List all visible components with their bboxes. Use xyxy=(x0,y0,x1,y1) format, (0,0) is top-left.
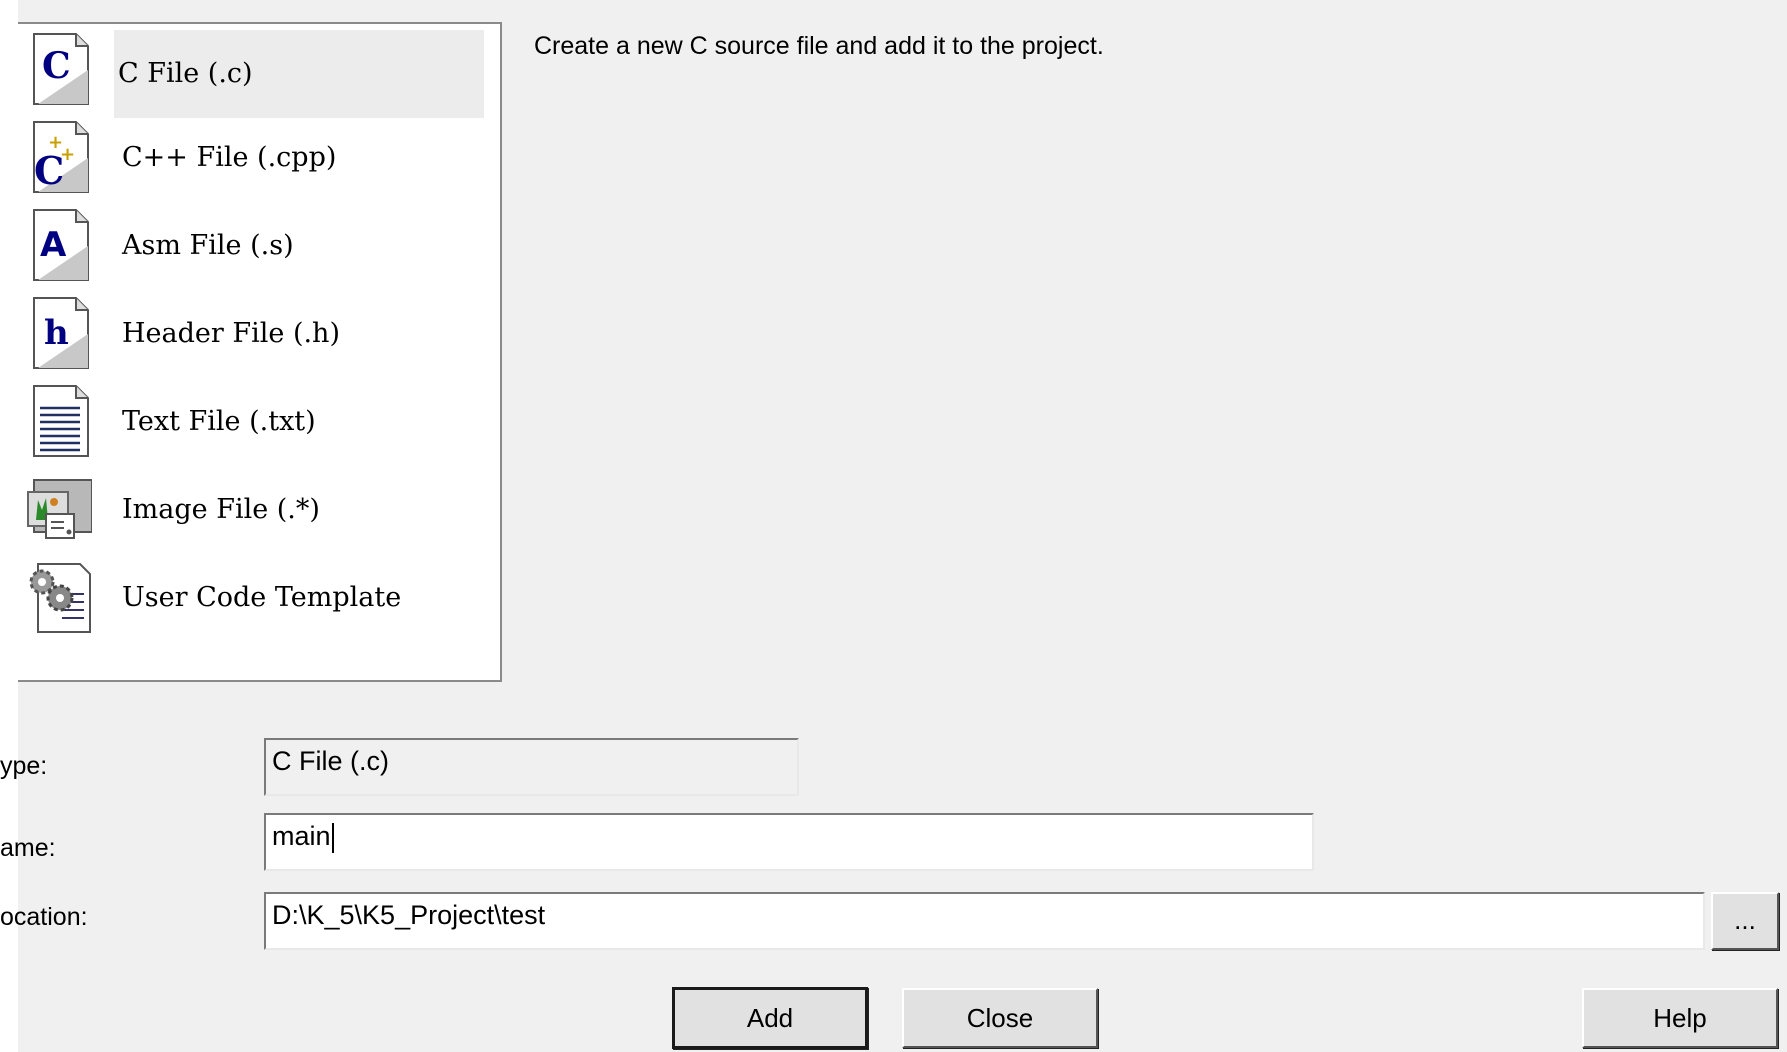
type-field: C File (.c) xyxy=(264,738,799,796)
list-item-label: Text File (.txt) xyxy=(122,406,316,437)
list-item-label: C++ File (.cpp) xyxy=(122,142,337,173)
file-type-description: Create a new C source file and add it to… xyxy=(534,32,1104,60)
svg-text:+: + xyxy=(60,144,75,165)
cpp-file-icon: C + + xyxy=(33,121,89,193)
list-item-label: Header File (.h) xyxy=(122,318,340,349)
text-file-icon xyxy=(33,385,89,457)
list-item-label: User Code Template xyxy=(122,582,402,613)
window-edge xyxy=(0,0,18,1052)
name-input-value: main xyxy=(272,821,331,851)
name-label: ame: xyxy=(0,834,56,862)
list-item-text-file[interactable]: Text File (.txt) xyxy=(30,376,500,463)
list-item-label: Asm File (.s) xyxy=(122,230,294,261)
list-item-label: C File (.c) xyxy=(114,30,484,118)
list-item-cpp-file[interactable]: C + + C++ File (.cpp) xyxy=(30,112,500,199)
list-item-image-file[interactable]: Image File (.*) xyxy=(27,464,500,551)
user-code-template-icon xyxy=(29,563,91,633)
list-item-asm-file[interactable]: A Asm File (.s) xyxy=(30,200,500,287)
svg-text:h: h xyxy=(44,313,69,353)
list-item-header-file[interactable]: h Header File (.h) xyxy=(30,288,500,375)
list-item-c-file[interactable]: C C File (.c) xyxy=(30,24,500,118)
list-item-label: Image File (.*) xyxy=(122,494,320,525)
file-type-list[interactable]: C C File (.c) C + + C++ File (.cpp) A As… xyxy=(18,22,502,682)
browse-button[interactable]: ... xyxy=(1711,892,1779,950)
type-label: ype: xyxy=(0,752,48,780)
text-caret xyxy=(331,822,334,853)
add-button[interactable]: Add xyxy=(672,987,868,1049)
name-input[interactable]: main xyxy=(264,813,1314,871)
close-button[interactable]: Close xyxy=(902,988,1098,1048)
svg-text:A: A xyxy=(40,225,67,265)
header-file-icon: h xyxy=(33,297,89,369)
location-input[interactable]: D:\K_5\K5_Project\test xyxy=(264,892,1705,950)
image-file-icon xyxy=(27,479,92,539)
asm-file-icon: A xyxy=(33,209,89,281)
location-label: ocation: xyxy=(0,903,88,931)
list-item-user-code-template[interactable]: User Code Template xyxy=(29,552,500,639)
svg-text:C: C xyxy=(42,45,71,87)
help-button[interactable]: Help xyxy=(1582,988,1778,1048)
c-file-icon: C xyxy=(33,33,89,105)
